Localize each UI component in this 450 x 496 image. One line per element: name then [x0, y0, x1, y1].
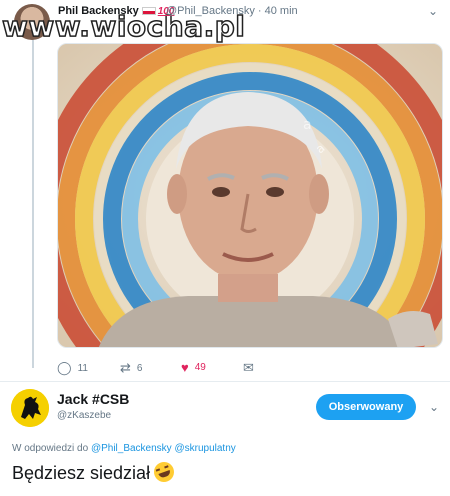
- reply-author-avatar[interactable]: [11, 389, 49, 427]
- author-name[interactable]: Phil Backensky 100: [58, 5, 174, 17]
- reply-text: Będziesz siedział: [12, 459, 177, 485]
- divider: [0, 381, 450, 382]
- rolling-laughing-emoji-icon: [151, 459, 177, 485]
- tweet-actions: ◯ 11 ⇄ 6 ♥ 49 ✉: [57, 360, 317, 378]
- author-name-text: Phil Backensky: [58, 5, 139, 17]
- chevron-down-icon[interactable]: ⌄: [428, 4, 438, 18]
- author-handle[interactable]: @Phil_Backensky: [166, 5, 255, 17]
- chevron-down-icon[interactable]: ⌄: [429, 400, 439, 414]
- reply-button[interactable]: ◯ 11: [57, 360, 88, 376]
- thread-line: [32, 28, 34, 368]
- mention-link[interactable]: @Phil_Backensky: [91, 443, 172, 454]
- replying-to-prefix: W odpowiedzi do: [12, 443, 89, 454]
- like-count: 49: [194, 362, 206, 373]
- replying-to-line: W odpowiedzi do @Phil_Backensky @skrupul…: [12, 443, 236, 454]
- tweet-header: www.wiocha.pl Phil Backensky 100 @Phil_Ba…: [0, 0, 450, 44]
- halo-portrait-image: a a: [58, 44, 442, 347]
- griffin-logo-icon: [11, 389, 49, 427]
- retweet-icon: ⇄: [120, 360, 131, 375]
- tweet-time[interactable]: 40 min: [265, 5, 298, 17]
- reply-icon: ◯: [57, 360, 72, 375]
- retweet-count: 6: [136, 362, 143, 374]
- tweet-image[interactable]: a a: [57, 43, 443, 348]
- envelope-icon: ✉: [243, 360, 254, 375]
- reply-text-content: Będziesz siedział: [12, 463, 151, 483]
- following-button[interactable]: Obserwowany: [316, 394, 416, 420]
- stock-watermark-icon: a: [303, 117, 312, 133]
- reply-author-handle[interactable]: @zKaszebe: [57, 410, 111, 421]
- reply-author-name[interactable]: Jack #CSB: [57, 391, 129, 407]
- like-button[interactable]: ♥ 49: [181, 360, 206, 375]
- direct-message-button[interactable]: ✉: [243, 360, 260, 376]
- heart-icon: ♥: [181, 360, 189, 375]
- reply-count: 11: [77, 362, 88, 374]
- retweet-button[interactable]: ⇄ 6: [120, 360, 142, 376]
- mention-link[interactable]: @skrupulatny: [174, 443, 235, 454]
- poland-flag-icon: [141, 7, 156, 16]
- author-handle-and-time: @Phil_Backensky · 40 min: [166, 5, 298, 17]
